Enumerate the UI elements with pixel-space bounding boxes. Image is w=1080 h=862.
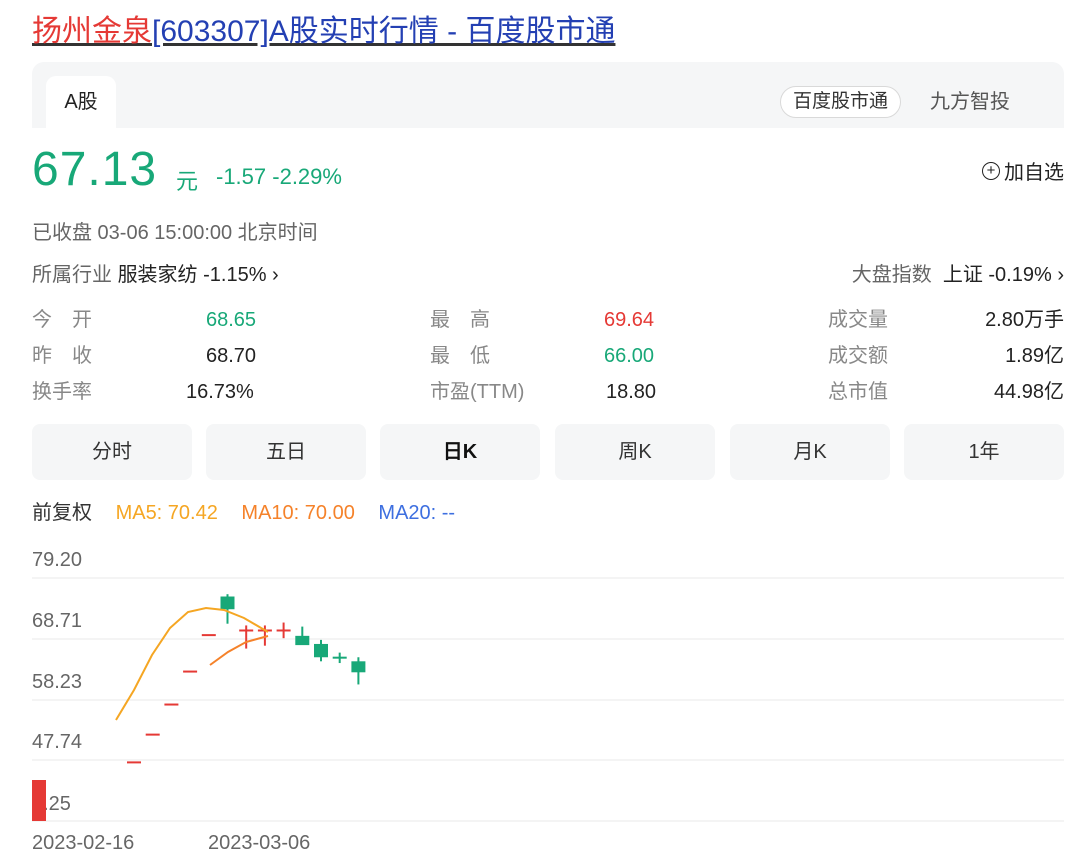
ma5-label: MA5: 70.42 bbox=[115, 502, 218, 524]
candle-body bbox=[220, 596, 235, 610]
prev-close-label: 昨 收 bbox=[32, 345, 92, 367]
candle-body bbox=[276, 629, 291, 632]
open-label: 今 开 bbox=[32, 309, 92, 331]
period-tabs: 分时 五日 日K 周K 月K 1年 bbox=[32, 424, 1064, 480]
page-title[interactable]: 扬州金泉[603307]A股实时行情 - 百度股市通 bbox=[32, 12, 615, 52]
mktcap-value: 44.98亿 bbox=[993, 381, 1064, 403]
ma5-line bbox=[115, 606, 269, 721]
turnover-rate-value: 16.73% bbox=[186, 381, 254, 403]
period-tab-5day[interactable]: 五日 bbox=[206, 424, 366, 480]
period-tab-weekly-k[interactable]: 周K bbox=[555, 424, 715, 480]
market-status: 已收盘 03-06 15:00:00 北京时间 bbox=[32, 222, 318, 244]
candle-body bbox=[164, 703, 179, 706]
period-tab-intraday[interactable]: 分时 bbox=[32, 424, 192, 480]
pe-label: 市盈(TTM) bbox=[430, 381, 525, 403]
current-price: 67.13 bbox=[32, 143, 158, 196]
candle-body bbox=[127, 761, 141, 764]
pe-value: 18.80 bbox=[606, 381, 657, 403]
y-tick-label: 47.74 bbox=[32, 731, 82, 753]
candle-body bbox=[183, 670, 198, 673]
candle-body bbox=[201, 634, 216, 637]
prev-close-value: 68.70 bbox=[206, 345, 257, 367]
volume-bar bbox=[32, 780, 46, 821]
high-label: 最 高 bbox=[430, 309, 490, 331]
add-watchlist-button[interactable]: + 加自选 bbox=[982, 156, 1064, 185]
ma10-line bbox=[209, 635, 269, 666]
amount-value: 1.89亿 bbox=[1005, 345, 1064, 367]
title-stock-name[interactable]: 扬州金泉 bbox=[32, 15, 152, 48]
x-tick-end: 2023-03-06 bbox=[208, 832, 311, 854]
x-tick-start: 2023-02-16 bbox=[32, 832, 135, 854]
candle-body bbox=[351, 661, 366, 673]
mktcap-label: 总市值 bbox=[828, 381, 888, 403]
candle-body bbox=[295, 635, 310, 646]
source-jiufang-button[interactable]: 九方智投 bbox=[930, 86, 1010, 118]
y-tick-label: 58.23 bbox=[32, 671, 82, 693]
y-tick-label: 79.20 bbox=[32, 549, 82, 571]
turnover-rate-label: 换手率 bbox=[32, 381, 92, 403]
candle-body bbox=[239, 629, 254, 632]
volume-label: 成交量 bbox=[828, 309, 888, 331]
candle-body bbox=[145, 733, 160, 736]
industry-label: 所属行业 bbox=[32, 264, 112, 286]
open-value: 68.65 bbox=[206, 309, 257, 331]
market-index-label: 大盘指数 bbox=[851, 264, 932, 286]
adjust-mode[interactable]: 前复权 bbox=[32, 502, 92, 524]
ma-legend: 前复权 MA5: 70.42 MA10: 70.00 MA20: -- bbox=[32, 496, 473, 525]
plus-circle-icon: + bbox=[982, 161, 1000, 180]
industry-link[interactable]: 所属行业 服装家纺 -1.15% › bbox=[32, 258, 279, 287]
source-baidu-button[interactable]: 百度股市通 bbox=[780, 86, 902, 118]
price-change: -1.57 -2.29% bbox=[216, 164, 342, 189]
tab-a-share[interactable]: A股 bbox=[46, 76, 116, 128]
candle-body bbox=[332, 656, 347, 659]
ma20-label: MA20: -- bbox=[378, 502, 456, 524]
ma10-label: MA10: 70.00 bbox=[241, 502, 355, 524]
market-index-link[interactable]: 大盘指数 上证 -0.19% › bbox=[852, 258, 1064, 287]
kline-chart[interactable]: 79.2068.7158.2347.747.25 bbox=[0, 530, 1080, 830]
price-unit: 元 bbox=[176, 169, 199, 194]
amount-label: 成交额 bbox=[828, 345, 888, 367]
industry-value[interactable]: 服装家纺 -1.15% › bbox=[118, 264, 279, 286]
title-link[interactable]: [603307]A股实时行情 - 百度股市通 bbox=[152, 15, 615, 48]
period-tab-daily-k[interactable]: 日K bbox=[380, 424, 540, 480]
candle-body bbox=[314, 643, 328, 658]
add-watchlist-label: 加自选 bbox=[1004, 162, 1064, 184]
y-tick-label: 68.71 bbox=[32, 610, 82, 632]
low-value: 66.00 bbox=[604, 345, 655, 367]
low-label: 最 低 bbox=[430, 345, 490, 367]
period-tab-monthly-k[interactable]: 月K bbox=[730, 424, 890, 480]
market-index-value[interactable]: 上证 -0.19% › bbox=[943, 264, 1064, 286]
high-value: 69.64 bbox=[604, 309, 655, 331]
volume-value: 2.80万手 bbox=[985, 309, 1064, 331]
period-tab-1year[interactable]: 1年 bbox=[904, 424, 1064, 480]
market-tab-bar: A股 百度股市通 九方智投 bbox=[32, 62, 1064, 128]
